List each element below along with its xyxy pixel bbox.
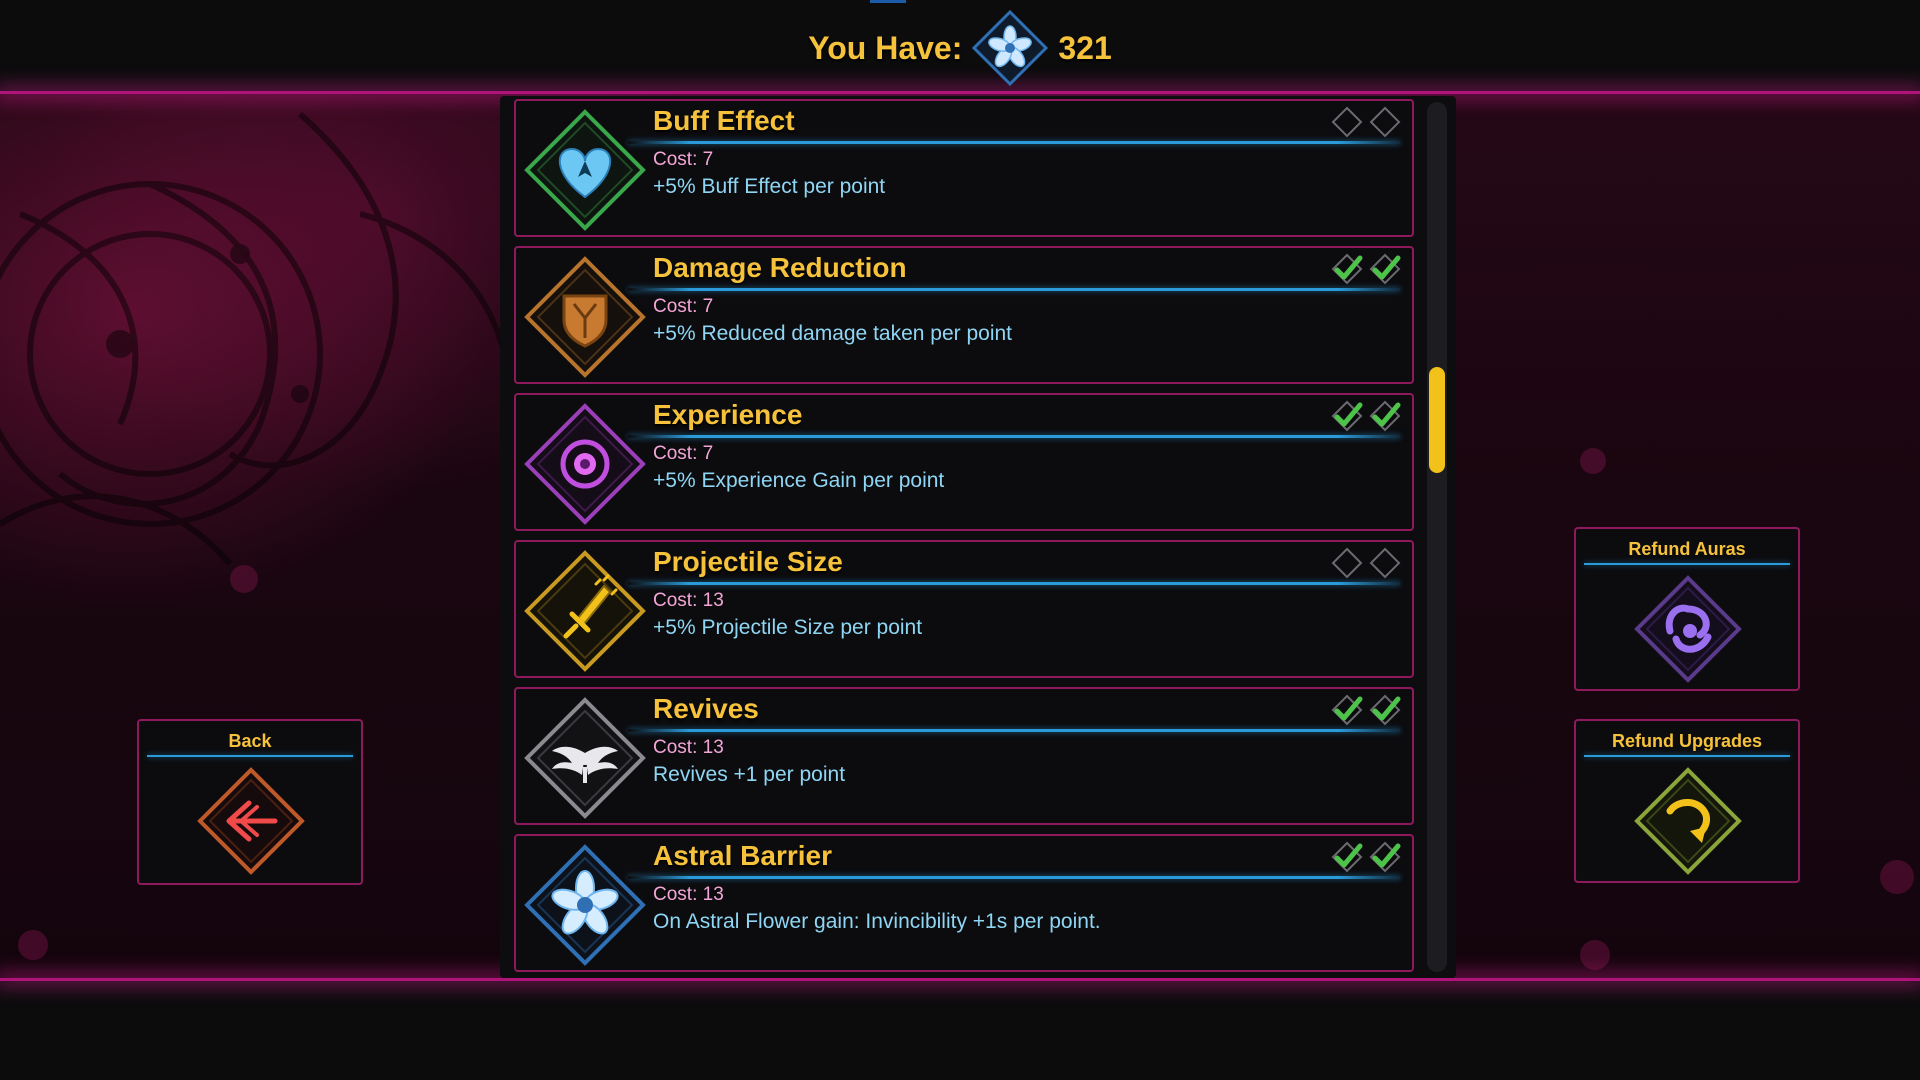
bg-bubble: [18, 930, 48, 960]
sword-icon: [524, 550, 646, 672]
upgrade-name: Projectile Size: [653, 546, 843, 577]
upgrade-level-pips: [1330, 840, 1402, 874]
bg-bubble: [230, 565, 258, 593]
refund-auras-button[interactable]: Refund Auras: [1574, 527, 1800, 691]
card-divider: [628, 288, 1400, 291]
card-divider: [628, 582, 1400, 585]
upgrade-description: +5% Reduced damage taken per point: [653, 322, 1012, 345]
mandala-ornament: [0, 111, 513, 566]
upgrade-name: Buff Effect: [653, 105, 795, 136]
back-arrow-icon: [197, 767, 305, 875]
card-divider: [628, 729, 1400, 732]
button-divider: [147, 755, 353, 757]
astral-flower-icon: [972, 10, 1049, 86]
refund-upgrades-label: Refund Upgrades: [1611, 731, 1762, 751]
currency-header: You Have: 321: [760, 8, 1160, 88]
empty-pip-icon: [1369, 547, 1401, 579]
upgrade-cost: Cost: 7: [653, 443, 714, 464]
upgrade-level-pips: [1330, 693, 1402, 727]
check-pip-icon: [1331, 253, 1363, 285]
upgrade-description: +5% Projectile Size per point: [653, 616, 923, 639]
upgrade-cost: Cost: 13: [653, 737, 724, 758]
card-divider: [628, 876, 1400, 879]
upgrade-description: Revives +1 per point: [653, 763, 846, 786]
check-pip-icon: [1331, 841, 1363, 873]
button-divider: [1584, 755, 1790, 757]
check-pip-icon: [1369, 253, 1401, 285]
upgrade-level-pips: [1330, 546, 1402, 580]
upgrade-cost: Cost: 13: [653, 590, 724, 611]
refund-upgrades-button[interactable]: Refund Upgrades: [1574, 719, 1800, 883]
bg-bubble: [1580, 940, 1610, 970]
curved-arrow-icon: [1634, 767, 1742, 875]
upgrade-card-astral-barrier[interactable]: Astral Barrier Cost: 13 On Astral Flower…: [514, 834, 1414, 972]
upgrade-name: Revives: [653, 693, 759, 724]
currency-label: You Have:: [808, 29, 963, 66]
back-button-label: Back: [228, 731, 272, 751]
upgrade-name: Astral Barrier: [653, 840, 832, 871]
empty-pip-icon: [1331, 547, 1363, 579]
upgrade-description: +5% Experience Gain per point: [653, 469, 945, 492]
check-pip-icon: [1331, 694, 1363, 726]
check-pip-icon: [1369, 400, 1401, 432]
empty-pip-icon: [1331, 106, 1363, 138]
upgrade-level-pips: [1330, 105, 1402, 139]
currency-count: 321: [1058, 29, 1112, 66]
scrollbar-thumb[interactable]: [1429, 367, 1445, 473]
wings-icon: [524, 697, 646, 819]
button-divider: [1584, 563, 1790, 565]
upgrade-card-revives[interactable]: Revives Cost: 13 Revives +1 per point: [514, 687, 1414, 825]
check-pip-icon: [1331, 400, 1363, 432]
upgrade-level-pips: [1330, 399, 1402, 433]
band-top-line: [0, 91, 1920, 94]
upgrade-card-buff-effect[interactable]: Buff Effect Cost: 7 +5% Buff Effect per …: [514, 99, 1414, 237]
astral-flower-icon: [524, 844, 646, 966]
band-bottom-line: [0, 978, 1920, 981]
upgrade-card-experience[interactable]: Experience Cost: 7 +5% Experience Gain p…: [514, 393, 1414, 531]
upgrade-name: Damage Reduction: [653, 252, 907, 283]
back-button[interactable]: Back: [137, 719, 363, 885]
card-divider: [628, 141, 1400, 144]
bg-bubble: [1880, 860, 1914, 894]
shield-icon: [524, 256, 646, 378]
heart-spade-icon: [524, 109, 646, 231]
upgrade-description: On Astral Flower gain: Invincibility +1s…: [653, 910, 1101, 933]
experience-orb-icon: [524, 403, 646, 525]
upgrade-cost: Cost: 7: [653, 296, 714, 317]
card-divider: [628, 435, 1400, 438]
empty-pip-icon: [1369, 106, 1401, 138]
swirl-icon: [1634, 575, 1742, 683]
top-tab-indicator: [870, 0, 906, 3]
upgrade-level-pips: [1330, 252, 1402, 286]
check-pip-icon: [1369, 841, 1401, 873]
upgrade-cost: Cost: 13: [653, 884, 724, 905]
check-pip-icon: [1369, 694, 1401, 726]
refund-auras-label: Refund Auras: [1628, 539, 1746, 559]
upgrade-card-projectile-size[interactable]: Projectile Size Cost: 13 +5% Projectile …: [514, 540, 1414, 678]
upgrade-name: Experience: [653, 399, 803, 430]
bg-bubble: [1580, 448, 1606, 474]
upgrade-card-damage-reduction[interactable]: Damage Reduction Cost: 7 +5% Reduced dam…: [514, 246, 1414, 384]
upgrade-cost: Cost: 7: [653, 149, 714, 170]
upgrade-description: +5% Buff Effect per point: [653, 175, 886, 198]
scrollbar-track[interactable]: [1427, 102, 1447, 972]
